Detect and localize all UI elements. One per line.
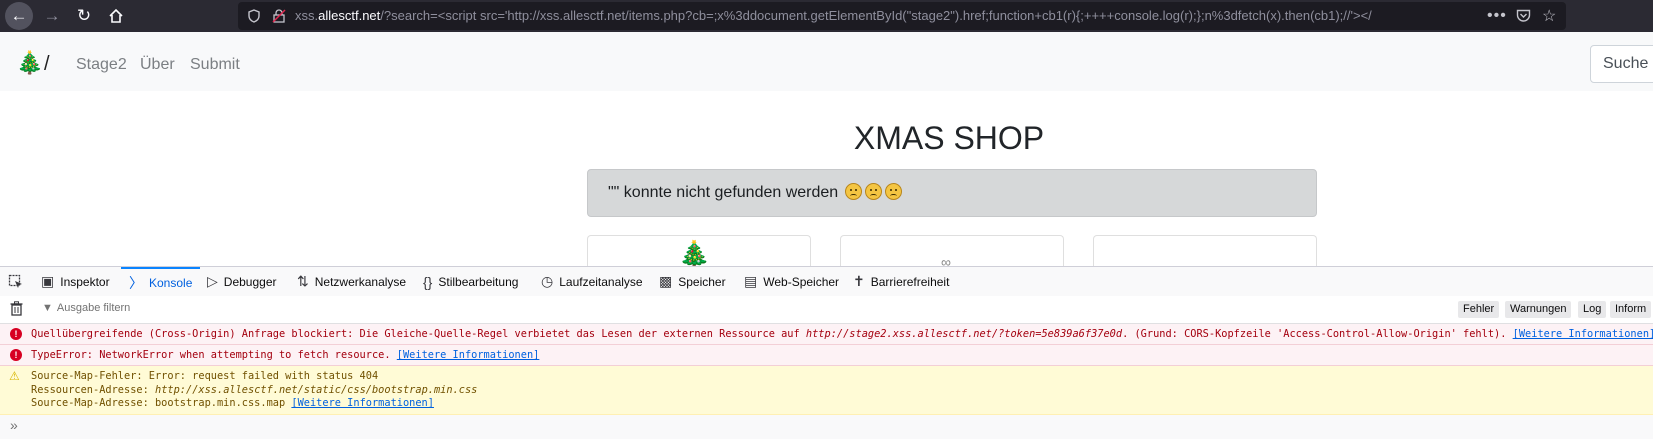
filter-warnings-button[interactable]: Warnungen	[1505, 301, 1572, 318]
filter-log-button[interactable]: Log	[1578, 301, 1607, 318]
tab-barrierefreiheit[interactable]: ✝ Barrierefreiheit	[853, 267, 949, 296]
element-picker-button[interactable]	[8, 267, 24, 296]
tab-inspektor[interactable]: ▣ Inspektor	[41, 267, 110, 296]
tab-label: Barrierefreiheit	[870, 274, 950, 289]
more-info-link[interactable]: [Weitere Informationen]	[291, 397, 434, 409]
more-info-link[interactable]: [Weitere Informationen]	[397, 349, 540, 361]
tab-laufzeitanalyse[interactable]: ◷ Laufzeitanalyse	[541, 267, 643, 296]
message-text: Quellübergreifende (Cross-Origin) Anfrag…	[31, 328, 1653, 340]
reload-button[interactable]: ↻	[70, 3, 98, 29]
message-part: Ressourcen-Adresse:	[31, 384, 155, 396]
tab-label: Stilbearbeitung	[438, 274, 519, 289]
url-prefix: xss.	[295, 8, 319, 23]
sad-face-icon	[885, 183, 903, 200]
warning-icon: ⚠	[9, 369, 20, 383]
message-line-3: Source-Map-Adresse: bootstrap.min.css.ma…	[31, 397, 434, 409]
alert-text: "" konnte nicht gefunden werden	[608, 184, 839, 201]
tab-stilbearbeitung[interactable]: {} Stilbearbeitung	[423, 267, 518, 296]
more-info-link[interactable]: [Weitere Informationen]	[1513, 328, 1653, 340]
filter-info-button[interactable]: Inform	[1610, 301, 1652, 318]
accessibility-icon: ✝	[853, 273, 865, 289]
home-button[interactable]	[102, 3, 130, 29]
console-filter-input[interactable]: ▼ Ausgabe filtern	[42, 302, 130, 314]
shield-icon	[247, 2, 261, 30]
message-url: http://xss.allesctf.net/static/css/boots…	[155, 384, 478, 396]
sad-face-icon	[845, 183, 863, 200]
element-picker-icon	[8, 274, 22, 288]
tab-label: Speicher	[678, 274, 726, 289]
alert-message: "" konnte nicht gefunden werden	[608, 183, 903, 202]
url-text: xss.allesctf.net/?search=<script src='ht…	[295, 2, 1420, 30]
tab-speicher[interactable]: ▩ Speicher	[659, 267, 726, 296]
brand-slash: /	[44, 53, 50, 75]
message-line-1: Source-Map-Fehler: Error: request failed…	[31, 370, 379, 382]
trash-icon	[10, 301, 23, 316]
devtools-tabbar: ▣ Inspektor 〉 Konsole ▷ Debugger ⇅ Netzwerka…	[0, 267, 1653, 297]
console-filterbar: ▼ Ausgabe filtern Fehler Warnungen Log In…	[0, 296, 1653, 324]
inspector-icon: ▣	[41, 273, 55, 289]
style-editor-icon: {}	[423, 273, 433, 290]
forward-button[interactable]: →	[38, 3, 66, 29]
reload-icon: ↻	[76, 6, 92, 25]
memory-icon: ▩	[659, 273, 673, 289]
nav-link-ueber[interactable]: Über	[140, 56, 175, 74]
sad-face-icon	[865, 183, 883, 200]
back-arrow-icon: ←	[10, 6, 28, 25]
not-found-alert: "" konnte nicht gefunden werden	[587, 169, 1317, 217]
message-part: Quellübergreifende (Cross-Origin) Anfrag…	[31, 328, 806, 340]
tab-label: Netzwerkanalyse	[314, 274, 407, 289]
message-part: TypeError: NetworkError when attempting …	[31, 349, 397, 361]
tab-web-speicher[interactable]: ▤ Web-Speicher	[744, 267, 839, 296]
error-icon: !	[10, 328, 22, 340]
debugger-icon: ▷	[207, 273, 218, 289]
address-bar[interactable]: xss.allesctf.net/?search=<script src='ht…	[238, 2, 1566, 30]
tab-label: Debugger	[223, 274, 277, 289]
devtools-panel: ▣ Inspektor 〉 Konsole ▷ Debugger ⇅ Netzwerka…	[0, 266, 1653, 439]
home-icon	[109, 8, 123, 23]
message-line-2: Ressourcen-Adresse: http://xss.allesctf.…	[31, 384, 477, 396]
tab-label: Inspektor	[60, 274, 110, 289]
performance-icon: ◷	[541, 273, 554, 289]
filter-placeholder: Ausgabe filtern	[56, 302, 131, 314]
message-part: Source-Map-Adresse: bootstrap.min.css.ma…	[31, 397, 292, 409]
message-url: http://stage2.xss.allesctf.net/?token=5e…	[805, 328, 1123, 340]
storage-icon: ▤	[744, 273, 758, 289]
nav-link-stage2[interactable]: Stage2	[76, 56, 127, 74]
clear-console-button[interactable]	[10, 301, 23, 319]
console-message-cors-error: ! Quellübergreifende (Cross-Origin) Anfr…	[0, 324, 1653, 345]
url-path: /?search=<script src='http://xss.allesct…	[380, 8, 1372, 23]
site-navbar: 🎄 / Stage2 Über Submit Suche	[0, 32, 1653, 91]
pocket-icon[interactable]	[1516, 2, 1531, 30]
bookmark-star-icon[interactable]: ☆	[1542, 2, 1556, 30]
search-input[interactable]: Suche	[1590, 45, 1653, 83]
tab-konsole[interactable]: 〉 Konsole	[121, 267, 201, 296]
console-input-prompt[interactable]: »	[10, 417, 18, 433]
christmas-tree-icon[interactable]: 🎄	[16, 50, 43, 76]
browser-toolbar: ← → ↻ xss.allesctf.net/?search=<script s…	[0, 0, 1653, 32]
tab-label: Laufzeitanalyse	[559, 274, 643, 289]
more-actions-icon[interactable]: •••	[1487, 2, 1507, 30]
error-icon: !	[10, 349, 22, 361]
message-part: . (Grund: CORS-Kopfzeile 'Access-Control…	[1122, 328, 1513, 340]
message-text: TypeError: NetworkError when attempting …	[31, 349, 539, 361]
nav-link-submit[interactable]: Submit	[190, 56, 240, 74]
network-icon: ⇅	[297, 273, 309, 289]
back-button[interactable]: ←	[5, 2, 33, 30]
page-title: XMAS SHOP	[853, 120, 1045, 156]
forward-arrow-icon: →	[43, 6, 61, 25]
tab-label: Konsole	[149, 275, 193, 290]
url-host: allesctf.net	[318, 8, 381, 23]
filter-errors-button[interactable]: Fehler	[1458, 301, 1500, 318]
console-message-typeerror: ! TypeError: NetworkError when attemptin…	[0, 345, 1653, 366]
insecure-lock-icon	[272, 2, 286, 30]
console-icon: 〉	[129, 274, 143, 291]
console-message-sourcemap-warning: ⚠ Source-Map-Fehler: Error: request fail…	[0, 366, 1653, 415]
tab-label: Web-Speicher	[763, 274, 840, 289]
tab-debugger[interactable]: ▷ Debugger	[207, 267, 277, 296]
tab-netzwerkanalyse[interactable]: ⇅ Netzwerkanalyse	[297, 267, 406, 296]
filter-icon: ▼	[42, 302, 53, 314]
